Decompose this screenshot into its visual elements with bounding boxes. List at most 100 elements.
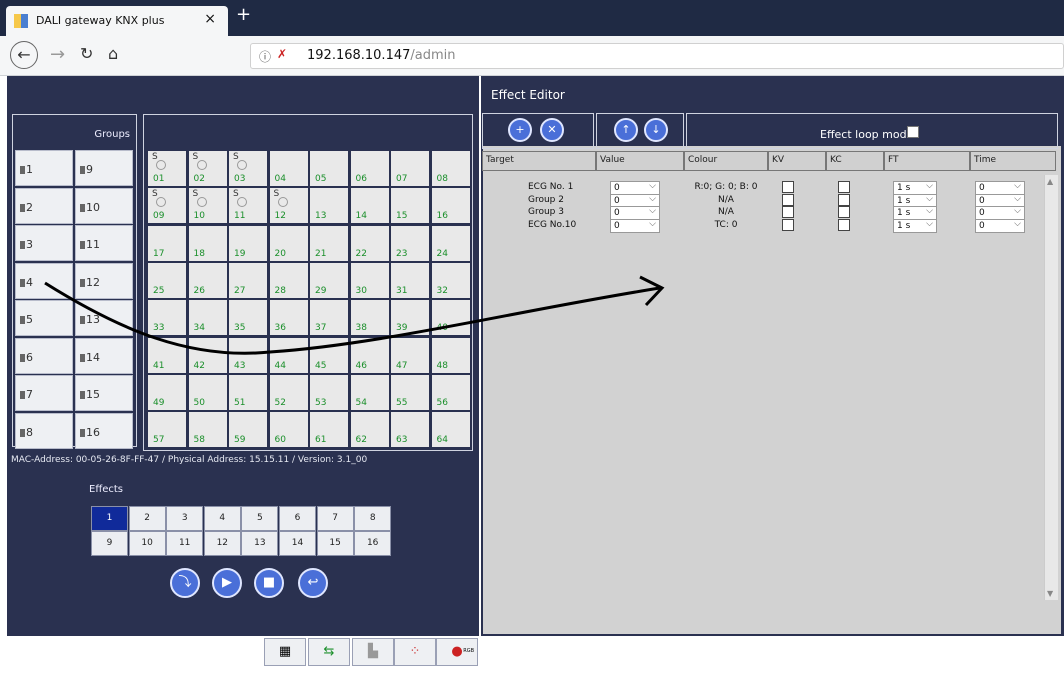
group-cell[interactable]: 1 — [15, 150, 73, 186]
ecg-cell[interactable]: 59 — [228, 411, 268, 449]
effect-button[interactable]: 4 — [203, 506, 241, 531]
table-column-header[interactable]: Colour — [684, 151, 768, 171]
ecg-cell[interactable]: 35 — [228, 299, 268, 337]
ecg-cell[interactable]: 64 — [430, 411, 471, 449]
ecg-cell[interactable]: 31 — [390, 261, 430, 299]
ecg-cell[interactable]: 07 — [390, 150, 430, 187]
group-cell[interactable]: 14 — [75, 337, 133, 374]
ecg-cell[interactable]: 13 — [309, 187, 349, 225]
load-effect-button[interactable]: ⤵ — [170, 568, 200, 598]
ecg-cell[interactable]: S 12 — [268, 187, 309, 225]
ecg-cell[interactable]: 17 — [147, 224, 187, 262]
loop-mode-checkbox[interactable] — [907, 126, 919, 138]
ecg-cell[interactable]: 60 — [268, 411, 309, 449]
tab-table[interactable]: ▦ — [264, 638, 306, 666]
ecg-cell[interactable]: 46 — [349, 336, 390, 374]
table-column-header[interactable]: Time — [970, 151, 1056, 171]
play-button[interactable]: ▶ — [212, 568, 242, 598]
ecg-cell[interactable]: 47 — [390, 336, 430, 374]
ecg-cell[interactable]: 43 — [228, 336, 268, 374]
effect-button[interactable]: 7 — [316, 506, 354, 531]
scrollbar[interactable]: ▲ ▼ — [1044, 175, 1058, 600]
ecg-cell[interactable]: 38 — [349, 299, 390, 337]
kc-checkbox[interactable] — [838, 218, 850, 231]
kc-checkbox[interactable] — [838, 181, 850, 193]
kv-checkbox[interactable] — [782, 193, 794, 206]
effect-button[interactable]: 9 — [91, 531, 128, 556]
ecg-cell[interactable]: 08 — [430, 150, 471, 187]
group-cell[interactable]: 5 — [15, 300, 73, 336]
ecg-cell[interactable]: 51 — [228, 373, 268, 411]
ecg-cell[interactable]: S 01 — [147, 150, 187, 187]
effect-button[interactable]: 11 — [166, 531, 204, 556]
ecg-cell[interactable]: 56 — [430, 373, 471, 411]
effect-button[interactable]: 15 — [316, 531, 354, 556]
effect-button[interactable]: 5 — [241, 506, 279, 531]
kv-checkbox[interactable] — [782, 206, 794, 218]
ecg-cell[interactable]: 62 — [349, 411, 390, 449]
ecg-cell[interactable]: S 09 — [147, 187, 187, 225]
ecg-cell[interactable]: 50 — [187, 373, 228, 411]
ecg-cell[interactable]: 40 — [430, 299, 471, 337]
group-cell[interactable]: 12 — [75, 262, 133, 299]
ecg-cell[interactable]: 14 — [349, 187, 390, 225]
effect-button[interactable]: 14 — [279, 531, 316, 556]
ecg-cell[interactable]: S 10 — [187, 187, 228, 225]
group-cell[interactable]: 11 — [75, 225, 133, 261]
ft-select[interactable]: 1 s — [893, 218, 937, 233]
ecg-cell[interactable]: 21 — [309, 224, 349, 262]
kv-checkbox[interactable] — [782, 218, 794, 231]
table-column-header[interactable]: KC — [826, 151, 884, 171]
new-tab-button[interactable]: + — [236, 4, 251, 25]
effect-button[interactable]: 6 — [279, 506, 316, 531]
ecg-cell[interactable]: 52 — [268, 373, 309, 411]
ecg-cell[interactable]: 23 — [390, 224, 430, 262]
group-cell[interactable]: 4 — [15, 262, 73, 299]
move-down-button[interactable]: ↓ — [644, 118, 668, 142]
close-tab-icon[interactable]: × — [204, 11, 216, 27]
tab-scenes[interactable]: ⁘ — [394, 638, 436, 666]
group-cell[interactable]: 9 — [75, 150, 133, 186]
value-select[interactable]: 0 — [610, 218, 660, 233]
group-cell[interactable]: 8 — [15, 412, 73, 449]
group-cell[interactable]: 2 — [15, 187, 73, 224]
reload-button[interactable]: ↻ — [80, 44, 93, 63]
ecg-cell[interactable]: 63 — [390, 411, 430, 449]
group-cell[interactable]: 13 — [75, 300, 133, 336]
ecg-cell[interactable]: 44 — [268, 336, 309, 374]
ecg-cell[interactable]: S 11 — [228, 187, 268, 225]
ecg-cell[interactable]: 53 — [309, 373, 349, 411]
effect-button[interactable]: 2 — [128, 506, 166, 531]
time-select[interactable]: 0 — [975, 218, 1025, 233]
ecg-cell[interactable]: 33 — [147, 299, 187, 337]
ecg-cell[interactable]: 26 — [187, 261, 228, 299]
ecg-cell[interactable]: 54 — [349, 373, 390, 411]
info-icon[interactable]: ⓘ — [259, 48, 271, 65]
ecg-cell[interactable]: S 03 — [228, 150, 268, 187]
insecure-lock-icon[interactable]: ✗ — [277, 47, 287, 61]
group-cell[interactable]: 10 — [75, 187, 133, 224]
ecg-cell[interactable]: 42 — [187, 336, 228, 374]
ecg-cell[interactable]: 24 — [430, 224, 471, 262]
ecg-cell[interactable]: 30 — [349, 261, 390, 299]
ecg-cell[interactable]: 45 — [309, 336, 349, 374]
table-column-header[interactable]: KV — [768, 151, 826, 171]
group-cell[interactable]: 16 — [75, 412, 133, 449]
group-cell[interactable]: 15 — [75, 375, 133, 411]
kc-checkbox[interactable] — [838, 193, 850, 206]
ecg-cell[interactable]: 04 — [268, 150, 309, 187]
address-bar[interactable]: ⓘ ✗ 192.168.10.147/admin — [250, 43, 1064, 69]
ecg-cell[interactable]: 25 — [147, 261, 187, 299]
table-column-header[interactable]: Target — [482, 151, 596, 171]
table-column-header[interactable]: FT — [884, 151, 970, 171]
ecg-cell[interactable]: 18 — [187, 224, 228, 262]
effect-button[interactable]: 13 — [241, 531, 279, 556]
ecg-cell[interactable]: 06 — [349, 150, 390, 187]
ecg-cell[interactable]: 41 — [147, 336, 187, 374]
ecg-cell[interactable]: 16 — [430, 187, 471, 225]
ecg-cell[interactable]: S 02 — [187, 150, 228, 187]
ecg-cell[interactable]: 27 — [228, 261, 268, 299]
effect-button[interactable]: 3 — [166, 506, 204, 531]
ecg-cell[interactable]: 34 — [187, 299, 228, 337]
add-target-button[interactable]: + — [508, 118, 532, 142]
